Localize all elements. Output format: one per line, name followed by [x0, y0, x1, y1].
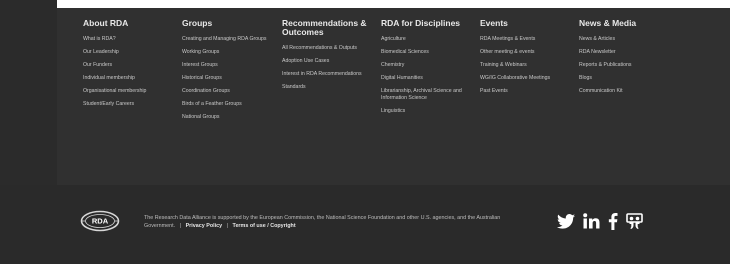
column-link-list: Agriculture Biomedical Sciences Chemistry D… — [381, 36, 477, 115]
footer-column: Groups Creating and Managing RDA Groups Wo… — [182, 19, 278, 127]
footer-link[interactable]: Our Funders — [83, 62, 179, 69]
twitter-icon[interactable] — [557, 213, 575, 229]
footer-link[interactable]: Communication Kit — [579, 88, 675, 95]
footer-column: Recommendations & Outcomes All Recommenda… — [282, 19, 378, 97]
footer-link[interactable]: Past Events — [480, 88, 576, 95]
footer-link[interactable]: Librarianship, Archival Science and Info… — [381, 88, 477, 102]
footer-column: Events RDA Meetings & Events Other meeting… — [480, 19, 576, 101]
footer-link[interactable]: All Recommendations & Outputs — [282, 45, 378, 52]
footer-link[interactable]: Agriculture — [381, 36, 477, 43]
footer-link[interactable]: Other meeting & events — [480, 49, 576, 56]
separator: | — [179, 223, 182, 229]
column-link-list: News & Articles RDA Newsletter Reports & P… — [579, 36, 675, 95]
footer-link[interactable]: Blogs — [579, 75, 675, 82]
footer-link[interactable]: Our Leadership — [83, 49, 179, 56]
column-heading[interactable]: Events — [480, 19, 576, 28]
footer-link[interactable]: Linguistics — [381, 108, 477, 115]
column-heading[interactable]: RDA for Disciplines — [381, 19, 477, 28]
footer-link[interactable]: Interest Groups — [182, 62, 278, 69]
column-heading[interactable]: About RDA — [83, 19, 179, 28]
footer-link[interactable]: Training & Webinars — [480, 62, 576, 69]
footer-link[interactable]: Creating and Managing RDA Groups — [182, 36, 278, 43]
footer-link[interactable]: RDA Meetings & Events — [480, 36, 576, 43]
column-heading[interactable]: Recommendations & Outcomes — [282, 19, 378, 37]
footer-link[interactable]: Individual membership — [83, 75, 179, 82]
footer-link[interactable]: Student/Early Careers — [83, 101, 179, 108]
linkedin-icon[interactable] — [583, 213, 600, 229]
footer-link[interactable]: News & Articles — [579, 36, 675, 43]
footer-link[interactable]: Working Groups — [182, 49, 278, 56]
slideshare-icon[interactable] — [626, 212, 643, 230]
footer-link[interactable]: Standards — [282, 84, 378, 91]
column-heading[interactable]: Groups — [182, 19, 278, 28]
footer-link[interactable]: Coordination Groups — [182, 88, 278, 95]
footer-link[interactable]: Adoption Use Cases — [282, 58, 378, 65]
footer-column: RDA for Disciplines Agriculture Biomedical… — [381, 19, 477, 121]
column-link-list: RDA Meetings & Events Other meeting & eve… — [480, 36, 576, 95]
footer-link[interactable]: What is RDA? — [83, 36, 179, 43]
footer-link[interactable]: Reports & Publications — [579, 62, 675, 69]
column-link-list: What is RDA? Our Leadership Our Funders Ind… — [83, 36, 179, 108]
terms-link[interactable]: Terms of use / Copyright — [233, 223, 296, 229]
footer-link[interactable]: Organisational membership — [83, 88, 179, 95]
footer-link[interactable]: Digital Humanities — [381, 75, 477, 82]
footer-link[interactable]: Chemistry — [381, 62, 477, 69]
separator: | — [226, 223, 229, 229]
footer-columns: About RDA What is RDA? Our Leadership Our F… — [0, 0, 730, 185]
column-link-list: All Recommendations & Outputs Adoption Us… — [282, 45, 378, 91]
footer-link[interactable]: Birds of a Feather Groups — [182, 101, 278, 108]
footer-disclaimer: The Research Data Alliance is supported … — [144, 214, 524, 230]
footer-column: About RDA What is RDA? Our Leadership Our F… — [83, 19, 179, 114]
footer-link[interactable]: National Groups — [182, 114, 278, 121]
footer-link[interactable]: Biomedical Sciences — [381, 49, 477, 56]
footer-link[interactable]: Historical Groups — [182, 75, 278, 82]
footer-link[interactable]: Interest in RDA Recommendations — [282, 71, 378, 78]
footer-column: News & Media News & Articles RDA Newslette… — [579, 19, 675, 101]
privacy-policy-link[interactable]: Privacy Policy — [186, 223, 223, 229]
social-links — [557, 210, 643, 232]
column-heading[interactable]: News & Media — [579, 19, 675, 28]
footer-link[interactable]: RDA Newsletter — [579, 49, 675, 56]
svg-text:RDA: RDA — [92, 217, 109, 226]
column-link-list: Creating and Managing RDA Groups Working … — [182, 36, 278, 121]
rda-logo[interactable]: RDA — [80, 210, 120, 232]
footer-link[interactable]: WG/IG Collaborative Meetings — [480, 75, 576, 82]
facebook-icon[interactable] — [608, 212, 618, 230]
